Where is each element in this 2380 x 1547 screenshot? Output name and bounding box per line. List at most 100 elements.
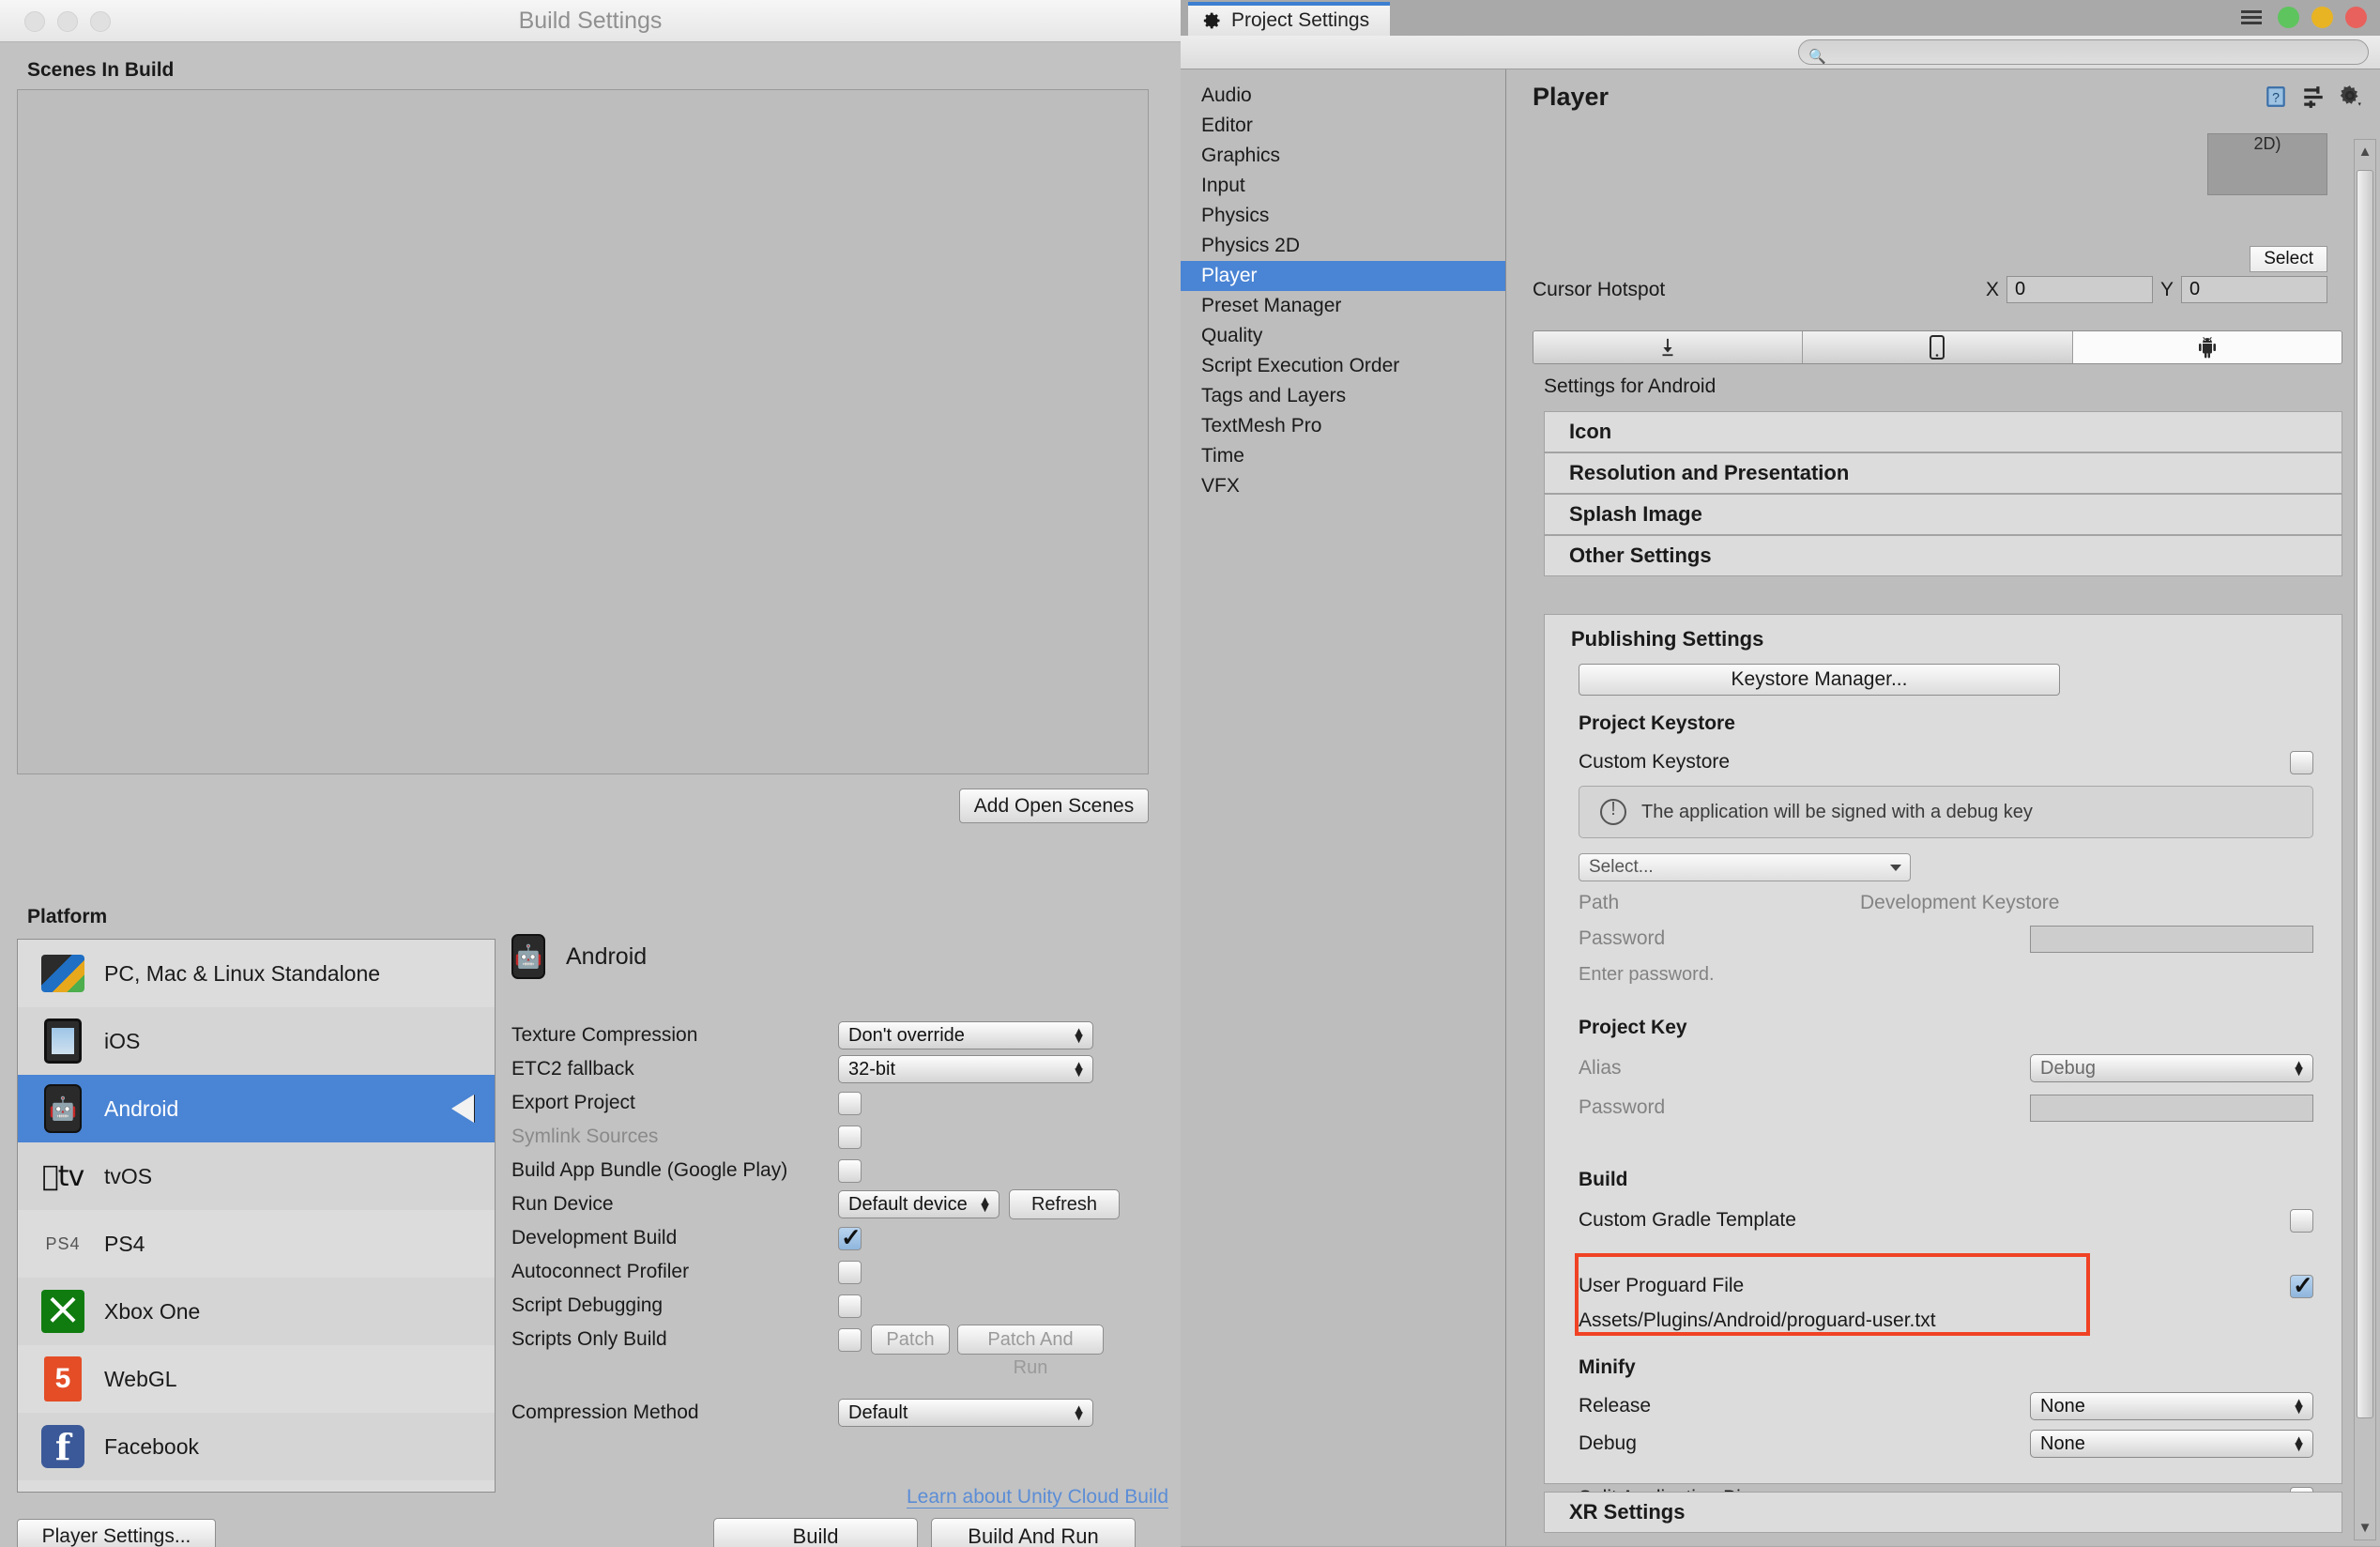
sidebar-item-player[interactable]: Player (1181, 261, 1505, 291)
project-settings-content: Audio Editor Graphics Input Physics Phys… (1181, 69, 2380, 1546)
autoconnect-profiler-checkbox[interactable] (838, 1260, 862, 1284)
warning-icon (1600, 799, 1626, 825)
refresh-button[interactable]: Refresh (1009, 1189, 1120, 1219)
scripts-only-build-checkbox[interactable] (838, 1327, 862, 1352)
sidebar-item-tags-and-layers[interactable]: Tags and Layers (1181, 381, 1505, 411)
scenes-in-build-label: Scenes In Build (27, 59, 175, 81)
stepper-icon: ▲ ▼ (1072, 1401, 1086, 1424)
keystore-select-dropdown[interactable]: Select... (1579, 853, 1911, 881)
panel-menu-icon[interactable] (2241, 10, 2262, 24)
platform-label-ps4: PS4 (104, 1231, 145, 1256)
key-password-input[interactable] (2030, 1094, 2313, 1122)
minimize-button[interactable] (2311, 7, 2333, 28)
facebook-icon: f (38, 1422, 87, 1471)
symlink-sources-checkbox[interactable] (838, 1125, 862, 1149)
platform-row-webgl[interactable]: 5 WebGL (18, 1345, 495, 1413)
add-open-scenes-button[interactable]: Add Open Scenes (959, 789, 1149, 823)
close-button[interactable] (2345, 7, 2367, 28)
gear-icon[interactable] (2339, 84, 2363, 109)
row-minify-debug: Debug None ▲ ▼ (1579, 1430, 2313, 1458)
platform-row-tvos[interactable]: tv tvOS (18, 1142, 495, 1210)
foldout-xr-settings[interactable]: XR Settings (1544, 1492, 2342, 1533)
scroll-up-arrow-icon[interactable]: ▲ (2355, 144, 2375, 160)
cursor-texture-preview[interactable]: 2D) (2207, 133, 2327, 195)
foldout-icon[interactable]: Icon (1544, 411, 2342, 452)
stepper-icon: ▲ ▼ (978, 1193, 992, 1216)
keystore-manager-button[interactable]: Keystore Manager... (1579, 664, 2060, 696)
minify-release-select[interactable]: None ▲ ▼ (2030, 1392, 2313, 1420)
hotspot-y-input[interactable]: 0 (2181, 276, 2327, 303)
user-proguard-file-checkbox[interactable] (2290, 1271, 2313, 1300)
texture-compression-select[interactable]: Don't override ▲ ▼ (838, 1021, 1093, 1049)
sidebar-item-vfx[interactable]: VFX (1181, 471, 1505, 501)
sidebar-item-time[interactable]: Time (1181, 441, 1505, 471)
minify-debug-select[interactable]: None ▲ ▼ (2030, 1430, 2313, 1458)
row-autoconnect-profiler: Autoconnect Profiler (511, 1255, 1168, 1289)
platform-label-standalone: PC, Mac & Linux Standalone (104, 960, 381, 986)
platform-row-facebook[interactable]: f Facebook (18, 1413, 495, 1480)
settings-sidebar: Audio Editor Graphics Input Physics Phys… (1181, 69, 1506, 1546)
foldout-resolution-and-presentation[interactable]: Resolution and Presentation (1544, 452, 2342, 494)
platform-row-ios[interactable]: iOS (18, 1007, 495, 1075)
sidebar-item-physics2d[interactable]: Physics 2D (1181, 231, 1505, 261)
platform-row-ps4[interactable]: PS4 PS4 (18, 1210, 495, 1278)
sidebar-item-graphics[interactable]: Graphics (1181, 141, 1505, 171)
platform-tab-android[interactable] (2072, 331, 2342, 363)
export-project-checkbox[interactable] (838, 1091, 862, 1115)
platform-row-android[interactable]: 🤖 Android (18, 1075, 495, 1142)
build-and-run-button[interactable]: Build And Run (931, 1518, 1136, 1547)
patch-button[interactable]: Patch (871, 1325, 950, 1355)
sidebar-item-audio[interactable]: Audio (1181, 81, 1505, 111)
hotspot-x-label: X (1985, 278, 1999, 300)
run-device-select[interactable]: Default device ▲ ▼ (838, 1190, 999, 1218)
sidebar-item-physics[interactable]: Physics (1181, 201, 1505, 231)
sidebar-item-script-execution-order[interactable]: Script Execution Order (1181, 351, 1505, 381)
select-texture-button[interactable]: Select (2250, 246, 2327, 272)
build-app-bundle-checkbox[interactable] (838, 1158, 862, 1183)
sidebar-item-quality[interactable]: Quality (1181, 321, 1505, 351)
development-build-checkbox[interactable] (838, 1223, 862, 1252)
platform-row-standalone[interactable]: PC, Mac & Linux Standalone (18, 940, 495, 1007)
sidebar-item-preset-manager[interactable]: Preset Manager (1181, 291, 1505, 321)
scroll-down-arrow-icon[interactable]: ▼ (2355, 1520, 2375, 1536)
compression-method-select[interactable]: Default ▲ ▼ (838, 1399, 1093, 1427)
build-buttons: Build Build And Run (713, 1518, 1136, 1547)
sidebar-item-textmesh-pro[interactable]: TextMesh Pro (1181, 411, 1505, 441)
custom-keystore-checkbox[interactable] (2290, 750, 2313, 774)
android-panel-title: Android (566, 942, 648, 970)
player-settings-button[interactable]: Player Settings... (17, 1519, 216, 1547)
scrollbar-thumb[interactable] (2357, 170, 2373, 1418)
sidebar-item-input[interactable]: Input (1181, 171, 1505, 201)
gear-icon (1203, 12, 1220, 29)
foldout-other-settings[interactable]: Other Settings (1544, 535, 2342, 576)
sidebar-item-editor[interactable]: Editor (1181, 111, 1505, 141)
etc2-fallback-select[interactable]: 32-bit ▲ ▼ (838, 1055, 1093, 1083)
platform-tab-ios[interactable] (1803, 331, 2073, 363)
scenes-in-build-list[interactable] (17, 89, 1149, 774)
tab-project-settings[interactable]: Project Settings (1188, 2, 1391, 36)
platform-row-xboxone[interactable]: ⨉ Xbox One (18, 1278, 495, 1345)
script-debugging-label: Script Debugging (511, 1294, 664, 1316)
help-book-icon[interactable]: ? (2264, 84, 2288, 109)
preset-icon[interactable] (2301, 84, 2326, 109)
key-alias-select[interactable]: Debug ▲ ▼ (2030, 1054, 2313, 1082)
foldout-splash-image[interactable]: Splash Image (1544, 494, 2342, 535)
patch-and-run-button[interactable]: Patch And Run (957, 1325, 1104, 1378)
platform-label-android: Android (104, 1095, 179, 1121)
script-debugging-checkbox[interactable] (838, 1294, 862, 1318)
keystore-password-input[interactable] (2030, 925, 2313, 953)
hotspot-x-input[interactable]: 0 (2006, 276, 2153, 303)
build-header: Build (1579, 1169, 1628, 1190)
android-build-panel: 🤖 Android Texture Compression Don't over… (511, 934, 1168, 1430)
custom-gradle-template-checkbox[interactable] (2290, 1208, 2313, 1233)
search-input[interactable]: 🔍 (1798, 39, 2369, 65)
search-icon: 🔍 (1808, 49, 1826, 65)
platform-tab-standalone[interactable] (1533, 331, 1804, 363)
build-button[interactable]: Build (713, 1518, 918, 1547)
row-scripts-only-build: Scripts Only Build Patch Patch And Run (511, 1323, 1168, 1378)
user-proguard-file-path: Assets/Plugins/Android/proguard-user.txt (1579, 1310, 1936, 1331)
maximize-button[interactable] (2278, 7, 2299, 28)
vertical-scrollbar[interactable]: ▲ ▼ (2354, 139, 2376, 1540)
unity-cloud-build-link[interactable]: Learn about Unity Cloud Build (511, 1486, 1168, 1509)
row-compression-method: Compression Method Default ▲ ▼ (511, 1396, 1168, 1430)
